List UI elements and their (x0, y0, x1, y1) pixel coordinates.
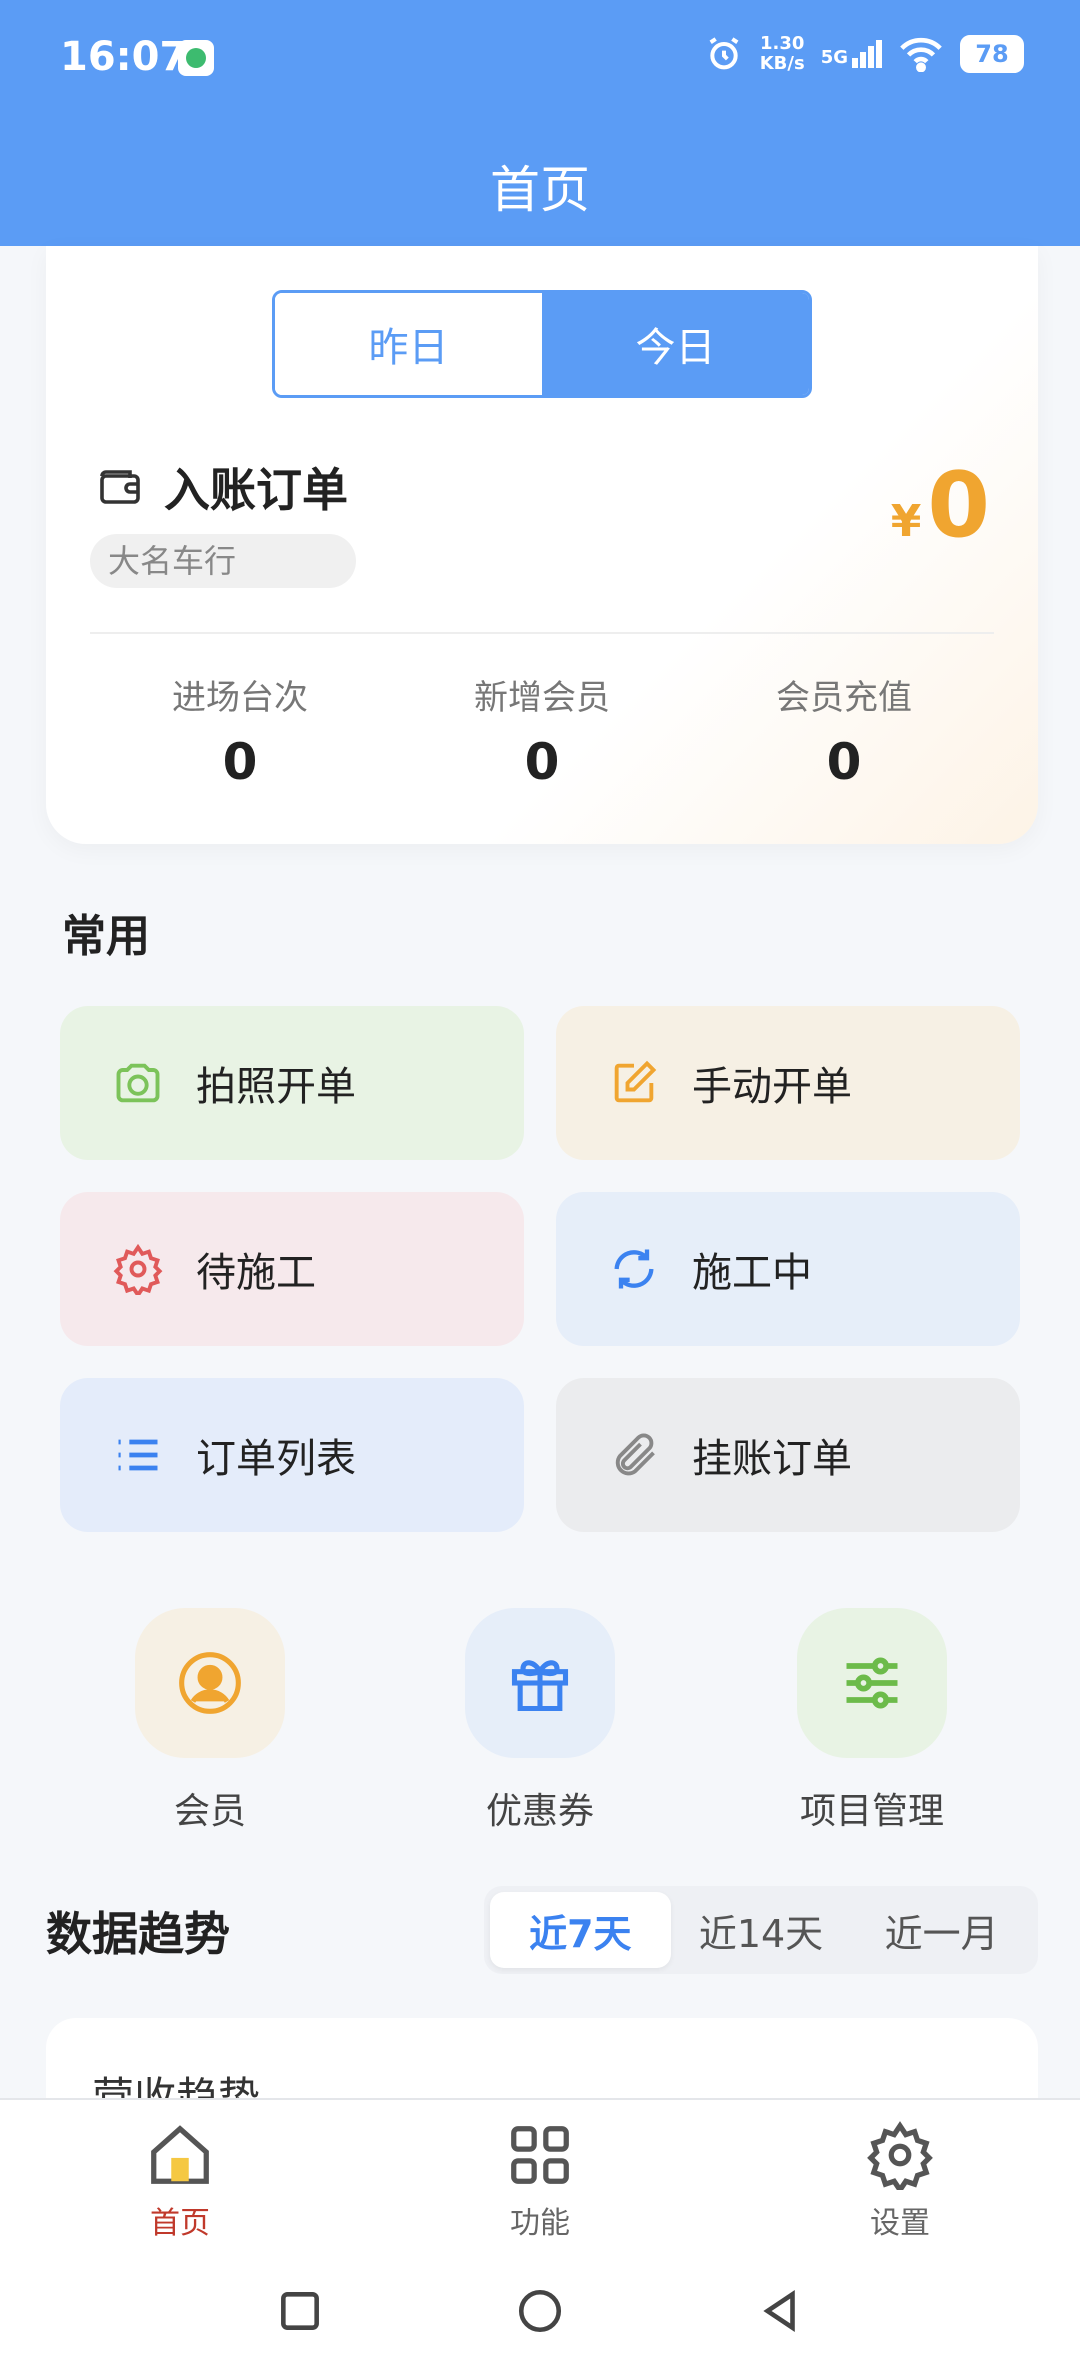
gift-icon (511, 1660, 569, 1712)
tab-month[interactable]: 近一月 (851, 1892, 1032, 1968)
nav-settings[interactable]: 设置 (800, 2120, 1000, 2242)
grid-icon (511, 2126, 569, 2184)
tab-yesterday[interactable]: 昨日 (275, 293, 542, 395)
tab-14-days[interactable]: 近14天 (671, 1892, 852, 1968)
nav-label: 设置 (870, 2206, 930, 2241)
coupon-bubble (465, 1608, 615, 1758)
stat-new-members: 新增会员 0 (392, 670, 692, 791)
summary-card: 昨日 今日 入账订单 大名车行 ¥ 0 进场台次 0 新增会员 0 会员充值 0 (46, 246, 1038, 844)
manual-order-button[interactable]: 手动开单 (556, 1006, 1020, 1160)
status-indicators: 1.30 KB/s 5G 78 (704, 34, 1024, 74)
stat-entries: 进场台次 0 (90, 670, 390, 791)
member-bubble (135, 1608, 285, 1758)
amount-value: 0 (927, 453, 990, 558)
refresh-icon (614, 1249, 654, 1289)
stat-value: 0 (524, 733, 560, 791)
tab-7-days[interactable]: 近7天 (490, 1892, 671, 1968)
stat-label: 进场台次 (172, 678, 308, 718)
order-list-button[interactable]: 订单列表 (60, 1378, 524, 1532)
tab-today[interactable]: 今日 (542, 293, 809, 395)
stat-value: 0 (222, 733, 258, 791)
nav-label: 功能 (510, 2206, 570, 2241)
pending-work-button[interactable]: 待施工 (60, 1192, 524, 1346)
user-icon (179, 1652, 241, 1714)
paperclip-icon (615, 1433, 655, 1476)
shortcut-label: 优惠券 (485, 1791, 594, 1832)
list-icon (118, 1439, 158, 1471)
wallet-icon (100, 470, 140, 504)
divider (90, 632, 994, 634)
app-header: 16:07 1.30 KB/s 5G 78 首页 (0, 0, 1080, 246)
app-notification-icon (178, 40, 214, 76)
tile-label: 待施工 (196, 1250, 316, 1296)
stat-value: 0 (826, 733, 862, 791)
wifi-icon (900, 37, 942, 72)
card-title: 入账订单 (164, 463, 348, 517)
currency-symbol: ¥ (890, 496, 922, 547)
tile-label: 手动开单 (692, 1064, 852, 1110)
trend-range-tabs: 近7天 近14天 近一月 (484, 1886, 1038, 1974)
common-section-title: 常用 (62, 911, 150, 962)
stat-label: 会员充值 (776, 678, 912, 718)
camera-icon (116, 1063, 160, 1103)
back-icon[interactable] (755, 2286, 805, 2336)
trend-section-title: 数据趋势 (46, 1907, 230, 1961)
settings-icon (867, 2121, 933, 2195)
tile-label: 挂账订单 (692, 1436, 852, 1482)
nav-label: 首页 (150, 2206, 210, 2241)
signal-icon: 5G (821, 40, 882, 68)
nav-features[interactable]: 功能 (440, 2120, 640, 2242)
status-time: 16:07 (60, 34, 188, 80)
in-progress-button[interactable]: 施工中 (556, 1192, 1020, 1346)
home-icon (151, 2125, 209, 2184)
edit-icon (614, 1060, 657, 1103)
project-management-shortcut[interactable]: 项目管理 (752, 1608, 992, 1834)
credit-order-button[interactable]: 挂账订单 (556, 1378, 1020, 1532)
tile-label: 拍照开单 (196, 1064, 356, 1110)
sliders-icon (846, 1657, 898, 1709)
amount-display: ¥ 0 (891, 458, 990, 554)
gear-icon (113, 1243, 163, 1295)
alarm-icon (709, 37, 739, 70)
battery-indicator: 78 (960, 35, 1024, 73)
page-title: 首页 (490, 161, 590, 219)
day-toggle: 昨日 今日 (272, 290, 812, 398)
shop-tag: 大名车行 (90, 534, 356, 588)
home-circle-icon[interactable] (515, 2286, 565, 2336)
photo-order-button[interactable]: 拍照开单 (60, 1006, 524, 1160)
shortcut-label: 会员 (173, 1791, 246, 1832)
recent-apps-icon[interactable] (275, 2286, 325, 2336)
tile-label: 订单列表 (196, 1436, 356, 1482)
project-bubble (797, 1608, 947, 1758)
stat-label: 新增会员 (474, 678, 610, 718)
member-shortcut[interactable]: 会员 (90, 1608, 330, 1834)
shortcut-label: 项目管理 (799, 1791, 944, 1832)
tile-label: 施工中 (692, 1250, 812, 1296)
coupon-shortcut[interactable]: 优惠券 (420, 1608, 660, 1834)
net-speed: 1.30 KB/s (759, 33, 805, 74)
nav-home[interactable]: 首页 (80, 2120, 280, 2242)
stat-recharge: 会员充值 0 (694, 670, 994, 791)
